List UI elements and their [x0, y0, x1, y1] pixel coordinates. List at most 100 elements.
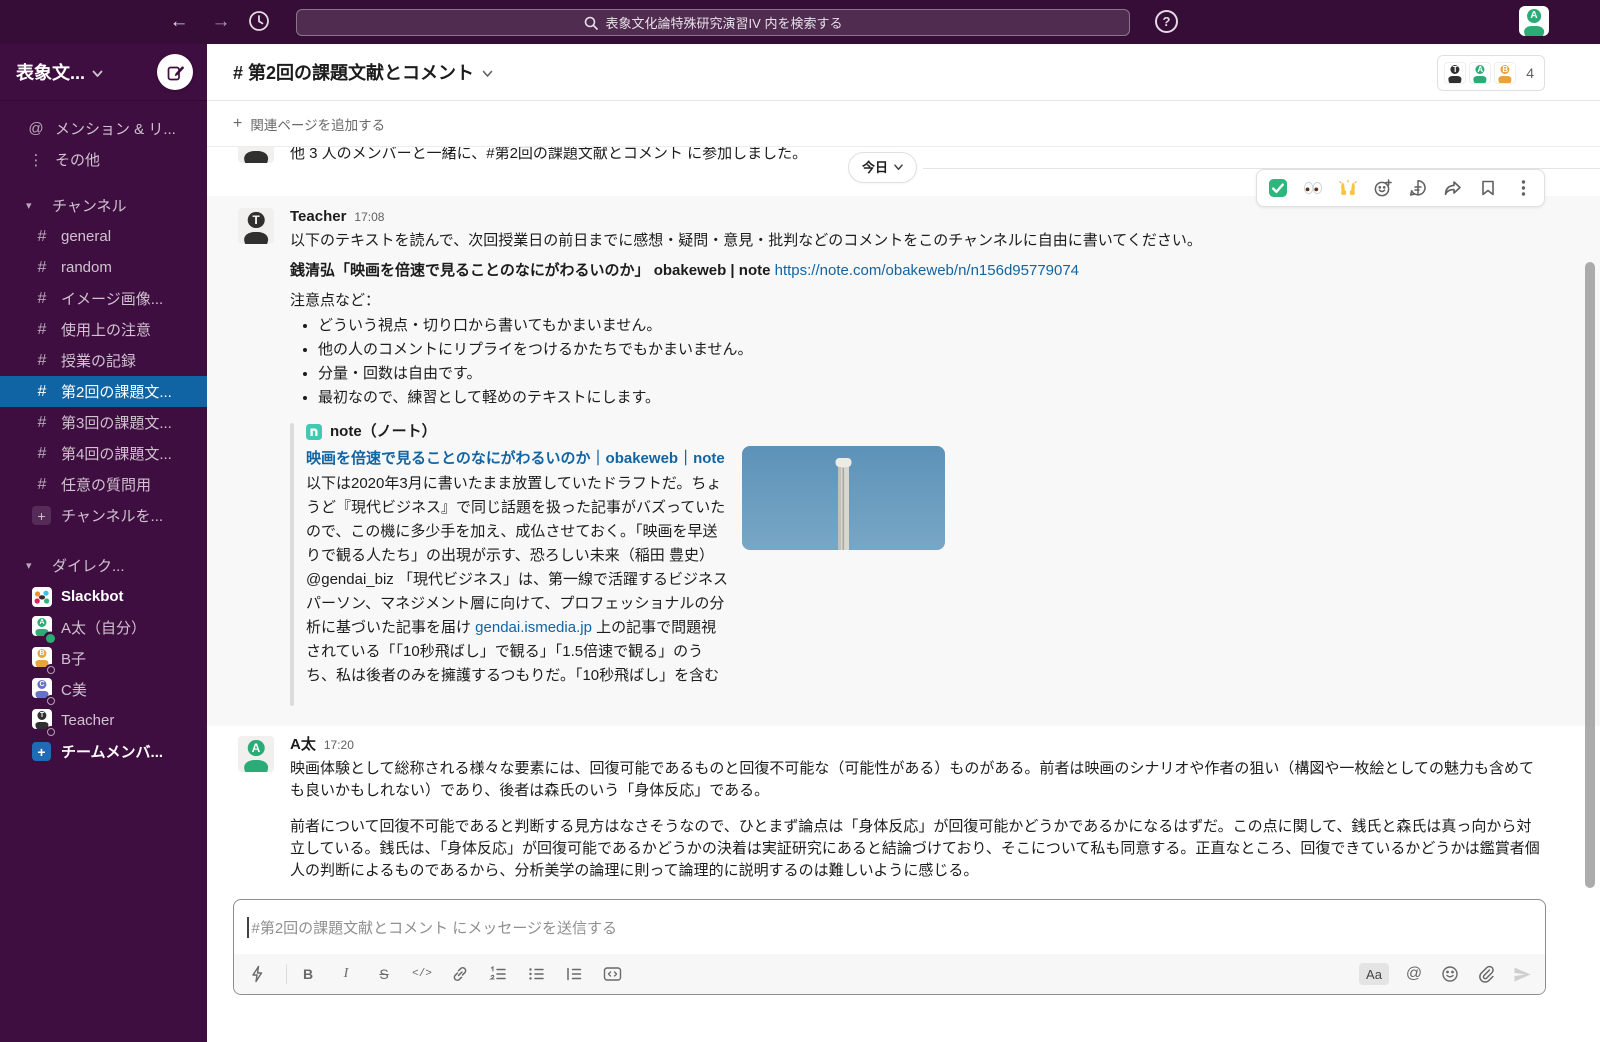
code-block-button[interactable] [601, 963, 623, 985]
note-url-link[interactable]: https://note.com/obakeweb/n/n156d9577907… [775, 262, 1079, 279]
strikethrough-button[interactable]: S [373, 963, 395, 985]
at-icon: @ [26, 120, 46, 137]
shortcuts-lightning-icon[interactable] [246, 963, 268, 985]
channel-questions[interactable]: #任意の質問用 [0, 469, 207, 500]
preview-title-link[interactable]: 映画を倍速で見ることのなにがわるいのか｜obakeweb｜note [306, 447, 730, 471]
date-pill-today[interactable]: 今日 [848, 152, 917, 183]
gendai-link[interactable]: gendai.ismedia.jp [475, 619, 592, 636]
link-button[interactable] [449, 963, 471, 985]
italic-button[interactable]: I [335, 963, 357, 985]
ordered-list-button[interactable] [487, 963, 509, 985]
dm-section-header[interactable]: ▾ ダイレク... [0, 549, 207, 581]
search-bar[interactable]: 表象文化論特殊研究演習IV 内を検索する [296, 9, 1130, 36]
preview-thumbnail-tower-image[interactable] [742, 446, 945, 550]
sidebar-item-more[interactable]: ⋮ その他 [0, 144, 207, 175]
channel-session2-active[interactable]: #第2回の課題文... [0, 376, 207, 407]
main-area: # 第2回の課題文献とコメント T A B 4 + 関連ページを追加する 今日 … [207, 44, 1600, 1042]
send-button[interactable] [1511, 963, 1533, 985]
timestamp[interactable]: 17:08 [354, 210, 384, 224]
chevron-down-icon [482, 70, 493, 78]
history-clock-icon[interactable] [248, 10, 270, 32]
check-mark-reaction-icon[interactable] [1268, 178, 1288, 198]
channel-general[interactable]: #general [0, 221, 207, 252]
chevron-down-icon [894, 164, 903, 171]
message-text: 映画体験として総称される様々な要素には、回復可能であるものと回復不可能な（可能性… [290, 758, 1544, 802]
search-placeholder: 表象文化論特殊研究演習IV 内を検索する [606, 13, 843, 32]
member-avatar: A [1469, 62, 1491, 84]
note-favicon [306, 424, 322, 440]
bullet-item: 分量・回数は自由です。 [318, 362, 1544, 386]
dm-ataro-self[interactable]: A A太（自分） [0, 612, 207, 643]
message-input[interactable]: #第2回の課題文献とコメント にメッセージを送信する [234, 900, 1545, 954]
join-message-text: 他 3 人のメンバーと一緒に、#第2回の課題文献とコメント に参加しました。 [290, 147, 807, 165]
member-count-widget[interactable]: T A B 4 [1437, 55, 1545, 91]
user-avatar[interactable]: A [1519, 6, 1600, 41]
channel-random[interactable]: #random [0, 252, 207, 283]
show-formatting-button[interactable]: Aa [1359, 963, 1389, 985]
share-message-icon[interactable] [1443, 178, 1463, 198]
dm-bko[interactable]: B B子 [0, 643, 207, 674]
mention-button[interactable]: @ [1403, 963, 1425, 985]
scrollbar-thumb[interactable] [1585, 262, 1595, 888]
hash-icon: # [32, 476, 52, 494]
sidebar-nav: @ メンション & リ... ⋮ その他 ▾ チャンネル #general #r… [0, 101, 207, 767]
channels-section-header[interactable]: ▾ チャンネル [0, 189, 207, 221]
compose-button[interactable] [157, 54, 193, 90]
cmi-avatar: C [32, 678, 52, 702]
vertical-dots-icon: ⋮ [26, 151, 46, 169]
dm-slackbot[interactable]: Slackbot [0, 581, 207, 612]
more-actions-icon[interactable] [1513, 178, 1533, 198]
blockquote-button[interactable] [563, 963, 585, 985]
eyes-reaction-icon[interactable] [1303, 178, 1323, 198]
dm-cmi[interactable]: C C美 [0, 674, 207, 705]
reply-thread-icon[interactable] [1408, 178, 1428, 198]
teacher-avatar[interactable]: T [238, 147, 274, 163]
member-count: 4 [1526, 65, 1534, 81]
channel-usage-notes[interactable]: #使用上の注意 [0, 314, 207, 345]
teacher-avatar[interactable]: T [238, 208, 274, 244]
timestamp[interactable]: 17:20 [324, 738, 354, 752]
channel-session3[interactable]: #第3回の課題文... [0, 407, 207, 438]
hash-icon: # [32, 414, 52, 432]
hash-icon: # [32, 290, 52, 308]
text-caret [247, 917, 249, 938]
channel-title[interactable]: # 第2回の課題文献とコメント [233, 59, 474, 85]
bullet-item: 他の人のコメントにリプライをつけるかたちでもかまいません。 [318, 338, 1544, 362]
message-actions-toolbar [1256, 169, 1545, 207]
bullet-list-button[interactable] [525, 963, 547, 985]
bullet-item: どういう視点・切り口から書いてもかまいません。 [318, 314, 1544, 338]
workspace-name[interactable]: 表象文... [16, 59, 85, 85]
author-name[interactable]: Teacher [290, 208, 346, 225]
emoji-button[interactable] [1439, 963, 1461, 985]
add-channel-button[interactable]: +チャンネルを... [0, 500, 207, 531]
inline-code-button[interactable]: </> [411, 963, 433, 985]
attach-paperclip-icon[interactable] [1475, 963, 1497, 985]
add-reaction-icon[interactable] [1373, 178, 1393, 198]
member-avatar: T [1444, 62, 1466, 84]
plus-icon: + [32, 742, 52, 761]
chevron-down-icon [92, 70, 103, 78]
notes-label: 注意点など： [290, 290, 1544, 312]
message-citation: 銭清弘「映画を倍速で見ることのなにがわるいのか」 obakeweb | note… [290, 260, 1544, 282]
channel-session4[interactable]: #第4回の課題文... [0, 438, 207, 469]
history-forward-button[interactable]: → [206, 7, 236, 37]
dm-teacher[interactable]: T Teacher [0, 705, 207, 736]
add-related-pages-tab[interactable]: 関連ページを追加する [250, 114, 385, 134]
channel-class-records[interactable]: #授業の記録 [0, 345, 207, 376]
bookmark-icon[interactable] [1478, 178, 1498, 198]
hash-icon: # [32, 445, 52, 463]
presence-offline-dot [47, 697, 55, 705]
hash-icon: # [32, 228, 52, 246]
raised-hands-reaction-icon[interactable] [1338, 178, 1358, 198]
history-back-button[interactable]: ← [164, 7, 194, 37]
hash-icon: # [32, 321, 52, 339]
bold-button[interactable]: B [297, 963, 319, 985]
hash-icon: # [32, 259, 52, 277]
ataro-message: A A太 17:20 映画体験として総称される様々な要素には、回復可能であるものと… [207, 726, 1600, 890]
author-name[interactable]: A太 [290, 736, 316, 753]
ataro-avatar[interactable]: A [238, 736, 274, 772]
sidebar-item-mentions[interactable]: @ メンション & リ... [0, 113, 207, 144]
help-button[interactable]: ? [1155, 10, 1178, 33]
invite-teammates-button[interactable]: +チームメンバ... [0, 736, 207, 767]
channel-image[interactable]: #イメージ画像... [0, 283, 207, 314]
